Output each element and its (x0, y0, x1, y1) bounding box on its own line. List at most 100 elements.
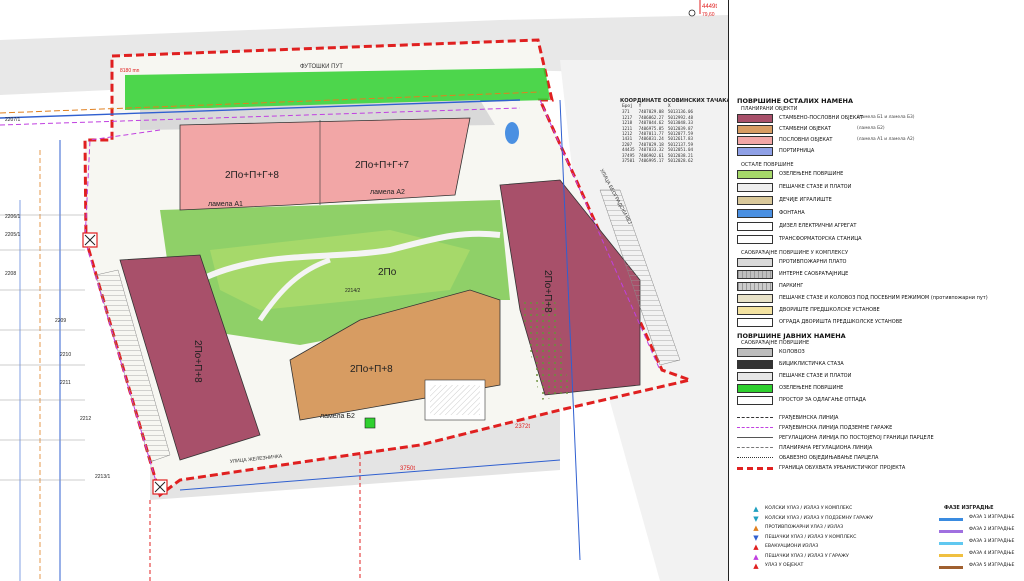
legend-section-title: ПОВРШИНЕ ЈАВНИХ НАМЕНА (737, 332, 846, 340)
legend-swatch (737, 209, 773, 218)
legend-row: КОЛОВОЗ (737, 348, 1017, 358)
legend-phase-swatch (939, 530, 963, 533)
legend-row: ПРОТИВПОЖАРНИ ПЛАТО (737, 258, 1017, 268)
legend-row: ДЕЧИЈЕ ИГРАЛИШТЕ (737, 196, 1017, 206)
legend-row: БИЦИКЛИСТИЧКА СТАЗА (737, 360, 1017, 370)
coord-cell: 7406995.17 (638, 158, 664, 164)
legend-line-swatch (737, 437, 773, 438)
coord-cell: 5013048.33 (667, 120, 694, 126)
legend-swatch (737, 348, 773, 357)
legend-label: ДВОРИШТЕ ПРЕДШКОЛСКЕ УСТАНОВЕ (779, 307, 880, 313)
entrance-triangle-icon: ▲ (753, 552, 759, 561)
entrance-triangle-icon: ▲ (753, 505, 759, 513)
building-label: 2По (378, 267, 397, 278)
legend-label: СТАМБЕНО-ПОСЛОВНИ ОБЈЕКАТ (779, 115, 863, 121)
legend-line-label: ГРАНИЦА ОБУХВАТА УРБАНИСТИЧКОГ ПРОЈЕКТА (779, 465, 906, 471)
building-sublabel: ламела А2 (370, 189, 405, 196)
legend-section-subtitle: САОБРАЋАЈНЕ ПОВРШИНЕ У КОМПЛЕКСУ (741, 250, 848, 256)
legend-swatch (737, 114, 773, 123)
legend-phase-label: ФАЗА 5 ИЗГРАДЊЕ (969, 563, 1015, 568)
legend-swatch (737, 270, 773, 279)
parcel-label: 2209 (55, 318, 66, 324)
legend-row: СТАМБЕНО-ПОСЛОВНИ ОБЈЕКАТ (ламела Б1 и ла… (737, 114, 1017, 124)
legend-line-row: ОБАВЕЗНО ОБЈЕДИЊАВАЊЕ ПАРЦЕЛА (737, 454, 1017, 462)
legend-swatch (737, 294, 773, 303)
legend-phases-title: ФАЗЕ ИЗГРАДЊЕ (944, 505, 994, 511)
legend-section-subtitle: ПЛАНИРАНИ ОБЈЕКТИ (741, 106, 798, 112)
legend-entrance-row: ▲ ПЕШАЧКИ УЛАЗ / ИЗЛАЗ У ГАРАЖУ (751, 553, 951, 561)
legend-row: ФОНТАНА (737, 209, 1017, 219)
legend-swatch (737, 125, 773, 134)
building-label: 2По+П+Г+7 (355, 160, 409, 171)
coordinates-title: КООРДИНАТЕ ОСОВИНСКИХ ТАЧАКА (620, 98, 731, 104)
parcel-label: 2214/2 (345, 288, 361, 294)
legend-label: ПОРТИРНИЦА (779, 148, 815, 154)
legend-entrance-row: ▲ КОЛСКИ УЛАЗ / ИЗЛАЗ У КОМПЛЕКС (751, 505, 951, 513)
site-plan-sheet: 4449t 79,60 ФУТОШКИ ПУТ УЛИЦА ЖЕЛЕЗНИЧКА… (0, 0, 1024, 581)
legend-row: ИНТЕРНЕ САОБРАЋАЈНИЦЕ (737, 270, 1017, 280)
top-marker-elevation: 79,60 (702, 12, 715, 18)
parcel-label: 2212 (80, 416, 91, 422)
legend-section-subtitle: САОБРАЋАЈНЕ ПОВРШИНЕ (741, 340, 810, 346)
legend-swatch (737, 196, 773, 205)
legend-label: ОЗЕЛЕЊЕНЕ ПОВРШИНЕ (779, 171, 844, 177)
legend-swatch (737, 222, 773, 231)
marker-bottom-right: 2372t (515, 424, 530, 430)
legend-entrance-label: ПРОТИВПОЖАРНИ УЛАЗ / ИЗЛАЗ (765, 525, 844, 530)
legend-swatch (737, 147, 773, 156)
legend-line-label: РЕГУЛАЦИОНА ЛИНИЈА ПО ПОСТОЈЕЋОЈ ГРАНИЦИ… (779, 435, 934, 441)
legend-entrance-label: КОЛСКИ УЛАЗ / ИЗЛАЗ У ПОДЗЕМНУ ГАРАЖУ (765, 515, 873, 521)
legend-line-swatch (737, 457, 773, 458)
legend-phase-row: ФАЗА 2 ИЗГРАДЊЕ (939, 527, 1023, 535)
legend-swatch (737, 136, 773, 145)
legend-entrance-label: ПЕШАЧКИ УЛАЗ / ИЗЛАЗ У КОМПЛЕКС (765, 534, 857, 540)
legend-swatch (737, 235, 773, 244)
legend-line-label: ГРАЂЕВИНСКА ЛИНИЈА (779, 415, 839, 421)
coord-cell: 7407033.32 (638, 147, 664, 153)
legend-entrance-row: ▲ ПРОТИВПОЖАРНИ УЛАЗ / ИЗЛАЗ (751, 524, 951, 532)
legend-row: ПАРКИНГ (737, 282, 1017, 292)
coordinates-grid: Број Y X 371 7407029.08 5013136.06 1217 7406… (620, 104, 695, 163)
legend-swatch (737, 384, 773, 393)
site-plan-drawing: 4449t 79,60 ФУТОШКИ ПУТ УЛИЦА ЖЕЛЕЗНИЧКА… (0, 0, 728, 581)
legend-entrance-label: КОЛСКИ УЛАЗ / ИЗЛАЗ У КОМПЛЕКС (765, 506, 853, 511)
legend-label: ПОСЛОВНИ ОБЈЕКАТ (779, 137, 833, 143)
street-label-top: ФУТОШКИ ПУТ (300, 64, 343, 70)
legend-row: ОЗЕЛЕЊЕНЕ ПОВРШИНЕ (737, 384, 1017, 394)
coord-cell: 5012051.04 (667, 147, 694, 153)
legend-swatch (737, 170, 773, 179)
legend-label: ПЕШАЧКЕ СТАЗЕ И КОЛОВОЗ ПОД ПОСЕБНИМ РЕЖ… (779, 295, 988, 301)
legend-line-label: ОБАВЕЗНО ОБЈЕДИЊАВАЊЕ ПАРЦЕЛА (779, 455, 879, 461)
legend-label: ДЕЧИЈЕ ИГРАЛИШТЕ (779, 197, 832, 203)
legend-line-swatch (737, 417, 773, 418)
transformer-station-icon (152, 479, 168, 495)
waste-area (364, 417, 376, 429)
legend-section-subtitle: ОСТАЛЕ ПОВРШИНЕ (741, 162, 794, 168)
legend-label: СТАМБЕНИ ОБЈЕКАТ (779, 126, 831, 132)
parcel-label: 2208 (5, 271, 16, 277)
legend-swatch (737, 396, 773, 405)
legend-row: СТАМБЕНИ ОБЈЕКАТ (ламела Б2) (737, 125, 1017, 135)
building-a1-a2 (179, 117, 471, 211)
building-label: 2По+П+8 (542, 270, 553, 313)
legend-line-swatch (737, 467, 773, 470)
coord-row: 44435 7407033.32 5012051.04 (620, 147, 695, 152)
legend-row: ПОРТИРНИЦА (737, 147, 1017, 157)
legend-swatch (737, 258, 773, 267)
building-sublabel: ламела А1 (208, 201, 243, 208)
legend-phase-label: ФАЗА 1 ИЗГРАДЊЕ (969, 515, 1015, 520)
coord-cell: 7407044.62 (638, 120, 664, 126)
legend-entrance-row: ▲ УЛАЗ У ОБЈЕКАТ (751, 562, 951, 570)
legend-line-row: ГРАЂЕВИНСКА ЛИНИЈА ПОДЗЕМНЕ ГАРАЖЕ (737, 424, 1017, 432)
legend-label: ФОНТАНА (779, 210, 805, 216)
legend-phase-swatch (939, 566, 963, 569)
coord-row: 37501 7406995.17 5012028.62 (620, 158, 695, 163)
coord-cell: 44435 (622, 147, 635, 153)
entrance-triangle-icon: ▲ (753, 543, 759, 551)
legend-line-swatch (737, 447, 773, 448)
legend-row: ПЕШАЧКЕ СТАЗЕ И ПЛАТОИ (737, 183, 1017, 193)
legend-phase-swatch (939, 554, 963, 557)
dim-top: 8180 mn (120, 68, 140, 74)
building-label: 2По+П+8 (192, 340, 203, 383)
legend-row: ПЕШАЧКЕ СТАЗЕ И ПЛАТОИ (737, 372, 1017, 382)
